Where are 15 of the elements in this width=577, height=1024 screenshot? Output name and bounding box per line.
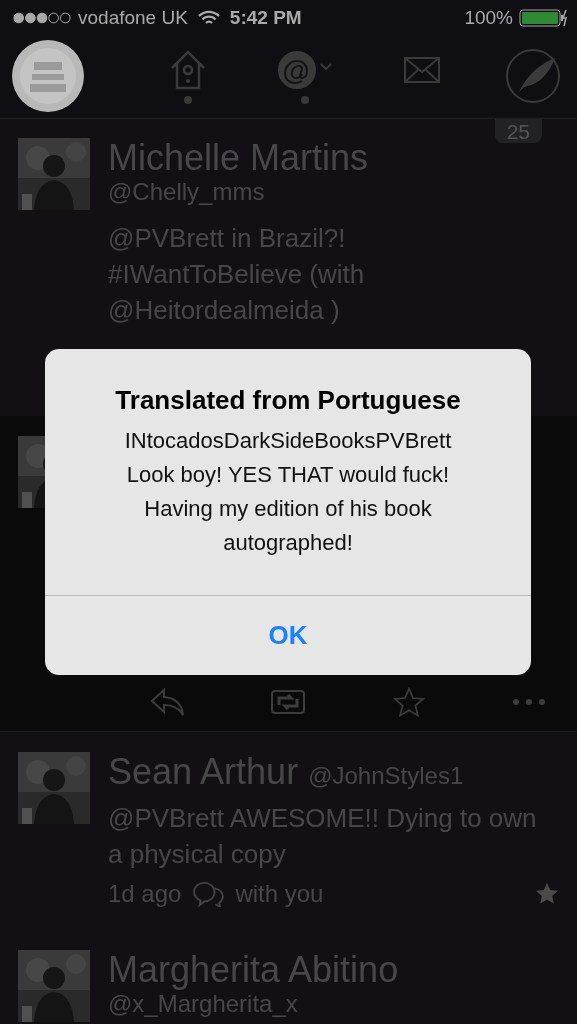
battery-icon: [519, 9, 567, 27]
carrier-name: vodafone UK: [78, 7, 188, 29]
ok-button[interactable]: OK: [45, 595, 531, 675]
battery-percent: 100%: [464, 7, 513, 29]
compose-button[interactable]: [505, 48, 561, 104]
status-time: 5:42 PM: [229, 7, 302, 29]
signal-icon: [12, 11, 72, 25]
dialog-message: INtocadosDarkSideBooksPVBrett Look boy! YES THAT would fuck! Having my edition of his book autographed!: [123, 427, 453, 557]
star-icon[interactable]: [390, 687, 427, 717]
retweet-icon[interactable]: [270, 687, 307, 717]
dialog-title: Translated from Portuguese: [115, 385, 461, 416]
wifi-icon: [197, 10, 220, 26]
more-icon[interactable]: [511, 697, 547, 707]
conversation-icon: [191, 881, 226, 907]
reply-icon[interactable]: [150, 687, 186, 717]
